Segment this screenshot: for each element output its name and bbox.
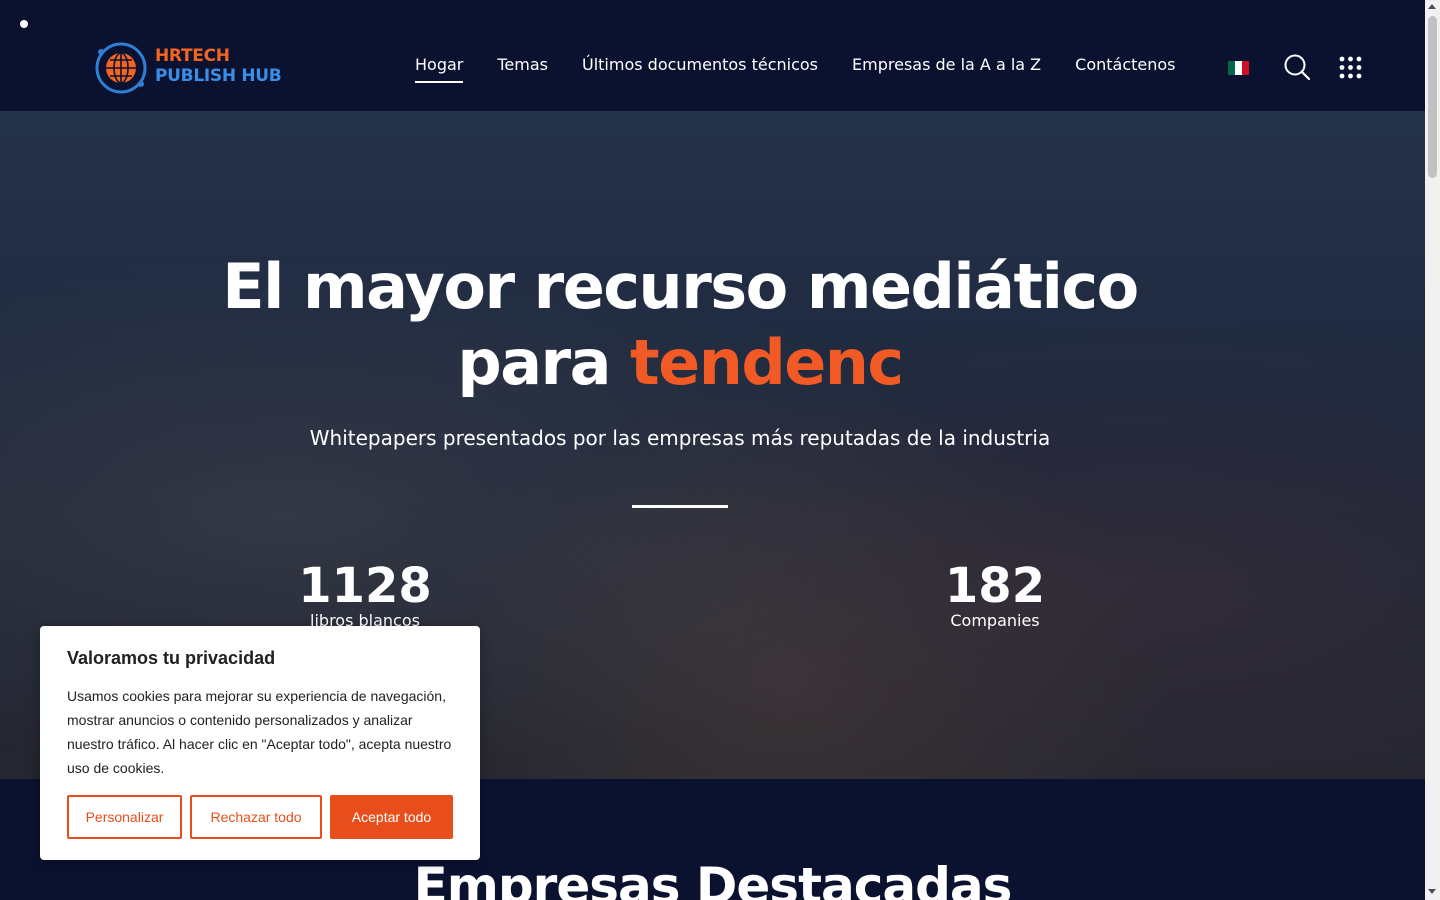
logo-line-1: HRTECH <box>155 46 230 66</box>
nav-item-temas[interactable]: Temas <box>497 55 548 85</box>
logo-wordmark: HRTECH PUBLISH HUB <box>155 46 282 86</box>
hero-title: El mayor recurso mediático para tendenc <box>0 249 1360 401</box>
stat-whitepapers: 1128 libros blancos <box>290 561 440 631</box>
customize-button[interactable]: Personalizar <box>67 795 182 839</box>
featured-companies-heading: Empresas Destacadas <box>413 857 1013 900</box>
indicator-dot <box>20 20 28 28</box>
page-scrollbar[interactable] <box>1425 0 1440 900</box>
stat-label: Companies <box>950 611 1040 630</box>
scroll-up-arrow-icon[interactable] <box>1428 4 1436 9</box>
hero-title-line-2-prefix: para <box>457 326 631 399</box>
hero-title-typed-word: tendenc <box>630 326 904 399</box>
hero-title-line-1: El mayor recurso mediático <box>222 250 1139 323</box>
scroll-down-arrow-icon[interactable] <box>1428 889 1436 894</box>
nav-item-contactenos[interactable]: Contáctenos <box>1075 55 1175 85</box>
cookie-title: Valoramos tu privacidad <box>67 648 276 668</box>
stat-value: 1128 <box>298 558 432 614</box>
stat-companies: 182 Companies <box>920 561 1070 631</box>
search-icon[interactable] <box>1283 53 1311 81</box>
nav-item-hogar[interactable]: Hogar <box>415 55 464 85</box>
stat-value: 182 <box>944 558 1046 614</box>
nav-item-ultimos-documentos[interactable]: Últimos documentos técnicos <box>582 55 818 85</box>
mexico-flag-icon[interactable] <box>1228 61 1249 75</box>
cookie-consent-banner: Valoramos tu privacidad Usamos cookies p… <box>40 626 480 860</box>
grid-menu-icon[interactable] <box>1339 56 1362 79</box>
hero-divider <box>632 505 728 508</box>
main-nav: Hogar Temas Últimos documentos técnicos … <box>415 55 1210 85</box>
accept-all-button[interactable]: Aceptar todo <box>330 795 453 839</box>
logo-line-2: PUBLISH HUB <box>155 66 282 86</box>
site-logo[interactable]: HRTECH PUBLISH HUB <box>91 38 291 98</box>
nav-item-empresas-a-z[interactable]: Empresas de la A a la Z <box>852 55 1041 85</box>
scrollbar-thumb[interactable] <box>1428 16 1437 178</box>
site-header: HRTECH PUBLISH HUB Hogar Temas Últimos d… <box>0 0 1425 111</box>
cookie-description: Usamos cookies para mejorar su experienc… <box>67 688 452 776</box>
globe-logo-icon <box>95 42 147 94</box>
hero-subtitle: Whitepapers presentados por las empresas… <box>309 426 1051 450</box>
reject-all-button[interactable]: Rechazar todo <box>190 795 322 839</box>
